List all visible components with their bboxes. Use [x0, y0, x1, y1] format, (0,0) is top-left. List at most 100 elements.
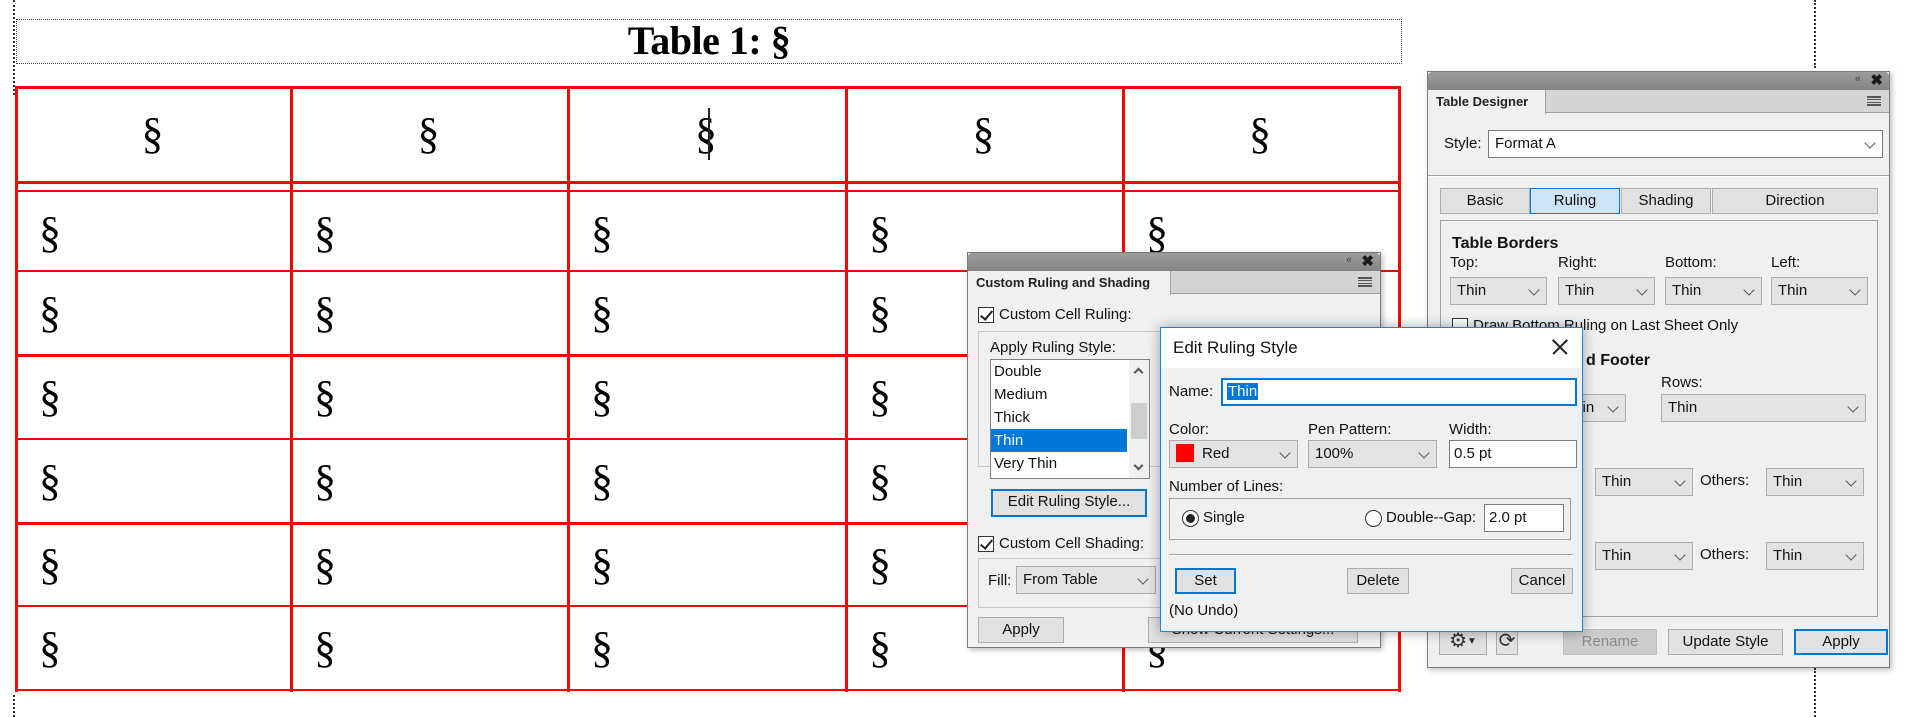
double-gap-input[interactable]: 2.0 pt — [1484, 504, 1564, 532]
body-cell[interactable]: § — [314, 459, 336, 503]
rows-dropdown[interactable]: Thin — [1661, 394, 1866, 422]
close-icon[interactable]: ✖ — [1870, 71, 1883, 89]
tab-custom-ruling-and-shading[interactable]: Custom Ruling and Shading — [968, 271, 1171, 295]
close-icon[interactable]: ✖ — [1361, 252, 1374, 270]
body-cell[interactable]: § — [39, 211, 61, 255]
tab-ruling[interactable]: Ruling — [1530, 188, 1620, 214]
settings-menu-button[interactable]: ⚙▼ — [1439, 629, 1487, 655]
body-cell[interactable]: § — [591, 626, 613, 670]
ruling-style-option[interactable]: Thick — [991, 406, 1127, 429]
update-style-button[interactable]: Update Style — [1668, 629, 1783, 655]
body-cell[interactable]: § — [869, 291, 891, 335]
set-button[interactable]: Set — [1175, 568, 1236, 594]
pen-pattern-dropdown[interactable]: 100% — [1308, 440, 1437, 468]
double-gap-label: Double--Gap: — [1386, 509, 1477, 526]
single-radio[interactable] — [1182, 510, 1199, 527]
body-cell[interactable]: § — [591, 459, 613, 503]
panel-tab-row: Custom Ruling and Shading — [968, 271, 1380, 295]
ruling-style-option[interactable]: Thin — [991, 429, 1127, 452]
column-others-dropdown[interactable]: Thin — [1766, 468, 1864, 496]
border-right-dropdown[interactable]: Thin — [1558, 277, 1655, 305]
listbox-scrollbar[interactable] — [1129, 360, 1149, 478]
color-dropdown[interactable]: Red — [1169, 440, 1298, 468]
width-input[interactable]: 0.5 pt — [1449, 440, 1577, 468]
edit-ruling-style-button[interactable]: Edit Ruling Style... — [991, 489, 1147, 517]
body-cell[interactable]: § — [314, 375, 336, 419]
body-cell[interactable]: § — [591, 543, 613, 587]
pen-pattern-label: Pen Pattern: — [1308, 421, 1392, 438]
custom-cell-shading-checkbox[interactable] — [978, 536, 994, 552]
table-title-frame[interactable]: Table 1: § — [16, 19, 1402, 64]
double-gap-radio[interactable] — [1365, 510, 1382, 527]
panel-titlebar[interactable]: « ✖ — [968, 253, 1380, 271]
single-label: Single — [1203, 509, 1245, 526]
delete-button[interactable]: Delete — [1347, 568, 1409, 594]
collapse-icon[interactable]: « — [1855, 73, 1861, 85]
body-cell[interactable]: § — [39, 291, 61, 335]
panel-menu-icon[interactable] — [1358, 277, 1372, 287]
body-cell[interactable]: § — [869, 375, 891, 419]
close-icon[interactable] — [1544, 332, 1574, 362]
body-cell[interactable]: § — [869, 211, 891, 255]
scroll-thumb[interactable] — [1131, 403, 1147, 439]
page-margin-left — [13, 0, 15, 95]
body-cell[interactable]: § — [869, 459, 891, 503]
panel-titlebar[interactable]: « ✖ — [1428, 72, 1889, 90]
header-cell[interactable]: § — [15, 112, 290, 156]
name-input[interactable]: Thin — [1221, 378, 1577, 406]
border-bottom-dropdown[interactable]: Thin — [1665, 277, 1762, 305]
fill-value: From Table — [1023, 571, 1098, 588]
chevron-down-icon — [1528, 284, 1540, 296]
apply-button[interactable]: Apply — [1794, 629, 1888, 655]
scroll-down-icon[interactable] — [1133, 460, 1144, 471]
body-cell[interactable]: § — [314, 543, 336, 587]
table-title[interactable]: Table 1: § — [17, 20, 1401, 65]
header-cell[interactable]: § — [567, 112, 845, 156]
tab-shading[interactable]: Shading — [1621, 188, 1711, 214]
body-cell[interactable]: § — [591, 291, 613, 335]
body-cell[interactable]: § — [39, 459, 61, 503]
cancel-button[interactable]: Cancel — [1511, 568, 1573, 594]
tab-direction[interactable]: Direction — [1712, 188, 1878, 214]
header-cell[interactable]: § — [845, 112, 1122, 156]
dialog-title: Edit Ruling Style — [1161, 328, 1582, 368]
rename-button[interactable]: Rename — [1563, 629, 1657, 655]
tab-table-designer[interactable]: Table Designer — [1428, 90, 1546, 114]
border-value: Thin — [1778, 282, 1808, 299]
body-cell[interactable]: § — [39, 375, 61, 419]
body-cell[interactable]: § — [591, 211, 613, 255]
ruling-style-option[interactable]: Medium — [991, 383, 1127, 406]
body-cell[interactable]: § — [314, 626, 336, 670]
header-cell[interactable]: § — [1122, 112, 1398, 156]
custom-cell-ruling-checkbox[interactable] — [978, 307, 994, 323]
body-cell[interactable]: § — [1146, 211, 1168, 255]
collapse-icon[interactable]: « — [1346, 254, 1352, 266]
tab-basic[interactable]: Basic — [1440, 188, 1530, 214]
body-cell[interactable]: § — [314, 291, 336, 335]
style-dropdown[interactable]: Format A — [1488, 130, 1883, 158]
body-cell[interactable]: § — [869, 626, 891, 670]
chevron-down-icon — [1847, 401, 1859, 413]
border-left-dropdown[interactable]: Thin — [1771, 277, 1868, 305]
ruling-style-listbox[interactable]: Double Medium Thick Thin Very Thin — [990, 359, 1150, 479]
body-cell[interactable]: § — [39, 543, 61, 587]
text-cursor — [708, 108, 710, 160]
body-cell[interactable]: § — [869, 543, 891, 587]
body-ruling-dropdown[interactable]: Thin — [1595, 542, 1693, 570]
refresh-button[interactable]: ⟳ — [1496, 629, 1518, 655]
ruling-style-option[interactable]: Very Thin — [991, 452, 1127, 475]
column-others-label: Others: — [1700, 472, 1750, 489]
apply-button[interactable]: Apply — [978, 617, 1064, 643]
rows-value: Thin — [1668, 399, 1698, 416]
panel-menu-icon[interactable] — [1867, 96, 1881, 106]
body-cell[interactable]: § — [39, 626, 61, 670]
body-cell[interactable]: § — [314, 211, 336, 255]
scroll-up-icon[interactable] — [1133, 367, 1144, 378]
border-top-dropdown[interactable]: Thin — [1450, 277, 1547, 305]
fill-dropdown[interactable]: From Table — [1016, 566, 1156, 594]
body-cell[interactable]: § — [591, 375, 613, 419]
ruling-style-option[interactable]: Double — [991, 360, 1127, 383]
column-ruling-dropdown[interactable]: Thin — [1595, 468, 1693, 496]
body-others-dropdown[interactable]: Thin — [1766, 542, 1864, 570]
header-cell[interactable]: § — [290, 112, 567, 156]
